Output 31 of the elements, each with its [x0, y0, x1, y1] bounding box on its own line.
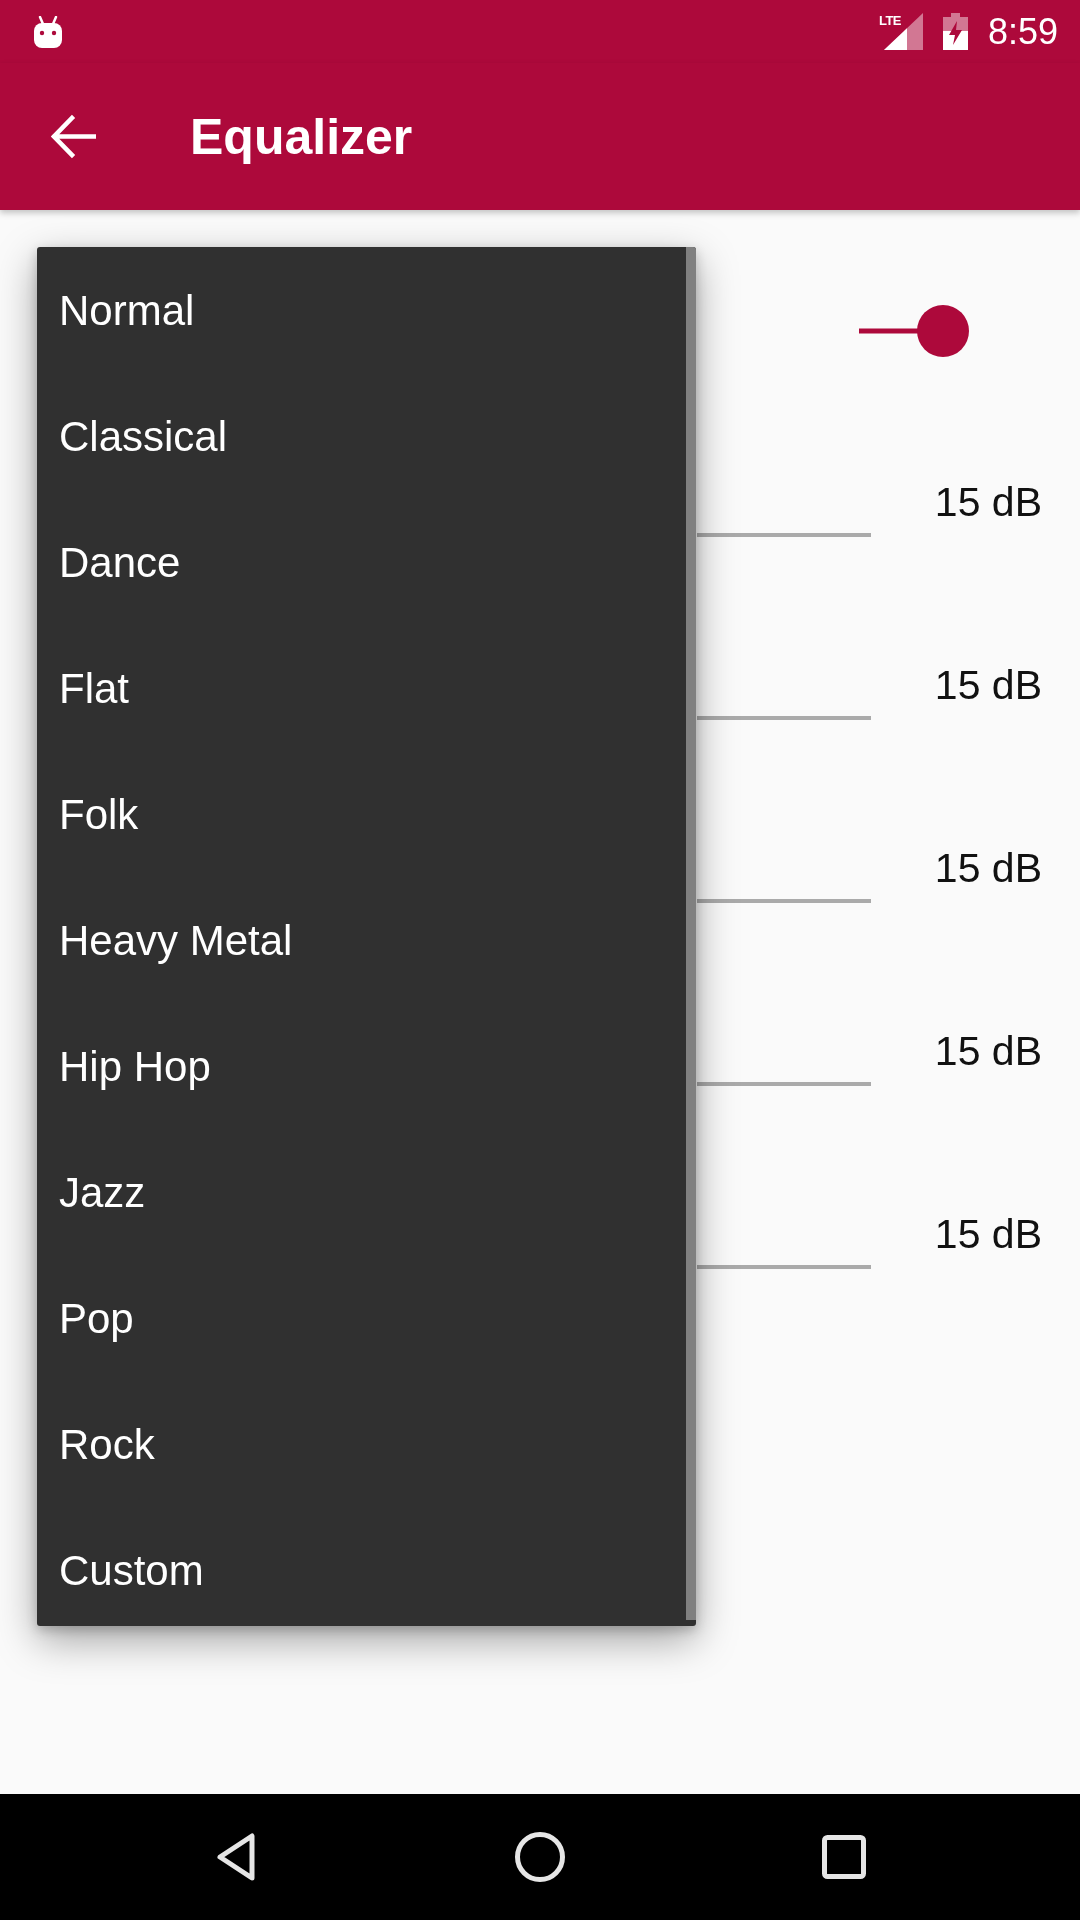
home-icon[interactable] — [514, 1831, 566, 1883]
back-arrow-icon[interactable] — [51, 114, 96, 159]
menu-item[interactable]: Classical — [37, 374, 686, 500]
menu-item[interactable]: Flat — [37, 626, 686, 752]
menu-item[interactable]: Folk — [37, 752, 686, 878]
slider-track[interactable] — [697, 1265, 871, 1269]
gain-reading: 15 dB — [934, 661, 1042, 710]
slider-track[interactable] — [697, 533, 871, 537]
screen-title: Equalizer — [190, 107, 413, 167]
menu-item[interactable]: Custom — [37, 1508, 686, 1626]
menu-item[interactable]: Jazz — [37, 1130, 686, 1256]
network-type-label: LTE — [878, 14, 901, 28]
menu-item[interactable]: Hip Hop — [37, 1004, 686, 1130]
toggle-switch[interactable] — [859, 305, 969, 357]
gain-reading: 15 dB — [934, 1027, 1042, 1076]
menu-item[interactable]: Dance — [37, 500, 686, 626]
menu-item[interactable]: Rock — [37, 1382, 686, 1508]
back-icon[interactable] — [215, 1832, 257, 1882]
robot-icon — [32, 15, 64, 48]
gain-reading: 15 dB — [934, 844, 1042, 893]
battery-charging-icon — [942, 13, 968, 50]
menu-item[interactable]: Pop — [37, 1256, 686, 1382]
status-time: 8:59 — [987, 11, 1058, 52]
slider-track[interactable] — [697, 716, 871, 720]
slider-track[interactable] — [697, 1082, 871, 1086]
gain-reading: 15 dB — [934, 478, 1042, 527]
slider-track[interactable] — [697, 899, 871, 903]
gain-reading: 15 dB — [934, 1210, 1042, 1259]
recents-icon[interactable] — [822, 1835, 866, 1879]
menu-item[interactable]: Normal — [37, 248, 686, 374]
menu-item[interactable]: Heavy Metal — [37, 878, 686, 1004]
